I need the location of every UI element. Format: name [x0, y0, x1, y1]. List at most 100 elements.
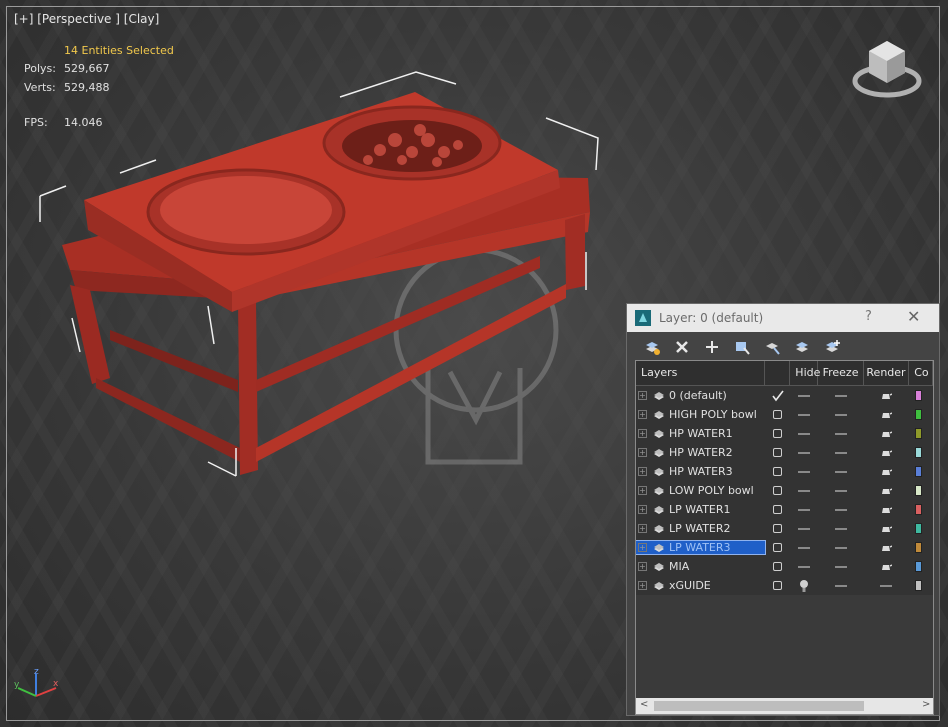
layer-name-cell[interactable]: + LP WATER3 [636, 540, 766, 555]
freeze-toggle[interactable] [818, 470, 864, 473]
render-toggle[interactable] [864, 562, 910, 572]
layer-row[interactable]: + HP WATER3 [636, 462, 933, 481]
freeze-toggle[interactable] [818, 508, 864, 511]
column-layers[interactable]: Layers [636, 361, 765, 385]
expand-icon[interactable]: + [638, 562, 647, 571]
render-toggle[interactable] [864, 524, 910, 534]
layer-name-cell[interactable]: + HP WATER3 [636, 465, 765, 478]
layer-name-cell[interactable]: + HIGH POLY bowl [636, 408, 765, 421]
expand-icon[interactable]: + [638, 505, 647, 514]
render-toggle[interactable] [864, 410, 910, 420]
column-current[interactable] [765, 361, 791, 385]
layer-color-swatch[interactable] [909, 447, 933, 458]
render-toggle[interactable] [864, 543, 910, 553]
current-layer-toggle[interactable] [765, 410, 791, 419]
layer-color-swatch[interactable] [909, 542, 933, 553]
hide-toggle[interactable] [790, 470, 818, 473]
freeze-toggle[interactable] [818, 432, 864, 435]
current-layer-toggle[interactable] [765, 505, 791, 514]
layer-color-swatch[interactable] [909, 428, 933, 439]
layer-name-cell[interactable]: + xGUIDE [636, 579, 765, 592]
viewcube-icon[interactable] [851, 37, 923, 103]
layer-name-cell[interactable]: + LOW POLY bowl [636, 484, 765, 497]
layer-row[interactable]: + LP WATER3 [636, 538, 933, 557]
column-color[interactable]: Co [909, 361, 933, 385]
freeze-toggle[interactable] [818, 584, 864, 587]
layer-name-cell[interactable]: + LP WATER1 [636, 503, 765, 516]
hide-toggle[interactable] [790, 413, 818, 416]
select-objects-icon[interactable] [731, 336, 753, 358]
layer-name-cell[interactable]: + HP WATER1 [636, 427, 765, 440]
hide-toggle[interactable] [790, 432, 818, 435]
render-toggle[interactable] [864, 505, 910, 515]
layer-row[interactable]: + LP WATER2 [636, 519, 933, 538]
expand-icon[interactable]: + [638, 448, 647, 457]
current-layer-toggle[interactable] [765, 448, 791, 457]
layer-row[interactable]: +0 (default) [636, 386, 933, 405]
freeze-toggle[interactable] [818, 394, 864, 397]
viewport[interactable]: [+] [Perspective ] [Clay] 14 Entities Se… [0, 0, 948, 727]
current-layer-toggle[interactable] [765, 429, 791, 438]
expand-icon[interactable]: + [638, 429, 647, 438]
delete-layer-icon[interactable] [671, 336, 693, 358]
layer-color-swatch[interactable] [909, 580, 933, 591]
layer-row[interactable]: + HP WATER1 [636, 424, 933, 443]
current-layer-toggle[interactable] [765, 486, 791, 495]
layer-row[interactable]: + HIGH POLY bowl [636, 405, 933, 424]
layer-row[interactable]: + LP WATER1 [636, 500, 933, 519]
layer-color-swatch[interactable] [909, 390, 933, 401]
current-layer-toggle[interactable] [765, 524, 791, 533]
layer-row[interactable]: + MIA [636, 557, 933, 576]
scroll-thumb[interactable] [654, 701, 864, 711]
hide-toggle[interactable] [790, 451, 818, 454]
freeze-all-icon[interactable] [821, 336, 843, 358]
scroll-right-icon[interactable]: > [922, 699, 930, 710]
layer-color-swatch[interactable] [909, 466, 933, 477]
layer-row[interactable]: + xGUIDE [636, 576, 933, 595]
current-layer-toggle[interactable] [765, 467, 791, 476]
column-hide[interactable]: Hide [790, 361, 820, 385]
expand-icon[interactable]: + [638, 581, 647, 590]
expand-icon[interactable]: + [638, 467, 647, 476]
freeze-toggle[interactable] [818, 413, 864, 416]
column-freeze[interactable]: Freeze [818, 361, 864, 385]
hide-all-icon[interactable] [791, 336, 813, 358]
render-toggle[interactable] [864, 448, 910, 458]
expand-icon[interactable]: + [638, 391, 647, 400]
viewport-menu-button[interactable]: [+] [14, 12, 33, 26]
layer-name-cell[interactable]: + HP WATER2 [636, 446, 765, 459]
shading-mode-button[interactable]: [Clay] [124, 12, 160, 26]
layer-name-cell[interactable]: + LP WATER2 [636, 522, 765, 535]
hide-toggle[interactable] [790, 394, 818, 397]
create-layer-icon[interactable] [641, 336, 663, 358]
layer-list[interactable]: Layers Hide Freeze Render Co +0 (default… [635, 360, 934, 715]
hide-toggle[interactable] [790, 579, 818, 593]
expand-icon[interactable]: + [638, 486, 647, 495]
current-layer-toggle[interactable] [765, 581, 791, 590]
close-button[interactable]: ✕ [907, 307, 920, 326]
layer-name-cell[interactable]: +0 (default) [636, 389, 765, 402]
render-toggle[interactable] [864, 584, 910, 587]
render-toggle[interactable] [864, 467, 910, 477]
hide-toggle[interactable] [790, 508, 818, 511]
layer-name-cell[interactable]: + MIA [636, 560, 765, 573]
current-layer-toggle[interactable] [765, 543, 791, 552]
layer-color-swatch[interactable] [909, 409, 933, 420]
hide-toggle[interactable] [790, 527, 818, 530]
add-to-layer-icon[interactable] [701, 336, 723, 358]
current-layer-toggle[interactable] [765, 390, 791, 402]
expand-icon[interactable]: + [638, 410, 647, 419]
column-render[interactable]: Render [864, 361, 910, 385]
render-toggle[interactable] [864, 429, 910, 439]
help-button[interactable]: ? [865, 309, 872, 324]
layer-row[interactable]: + LOW POLY bowl [636, 481, 933, 500]
view-type-button[interactable]: [Perspective ] [37, 12, 120, 26]
layer-explorer-dialog[interactable]: Layer: 0 (default) ? ✕ Layers Hide Freez… [626, 303, 940, 716]
dialog-titlebar[interactable]: Layer: 0 (default) ? ✕ [627, 304, 939, 332]
layer-row[interactable]: + HP WATER2 [636, 443, 933, 462]
layer-color-swatch[interactable] [909, 561, 933, 572]
freeze-toggle[interactable] [818, 565, 864, 568]
expand-icon[interactable]: + [638, 543, 647, 552]
expand-icon[interactable]: + [638, 524, 647, 533]
hide-toggle[interactable] [790, 565, 818, 568]
